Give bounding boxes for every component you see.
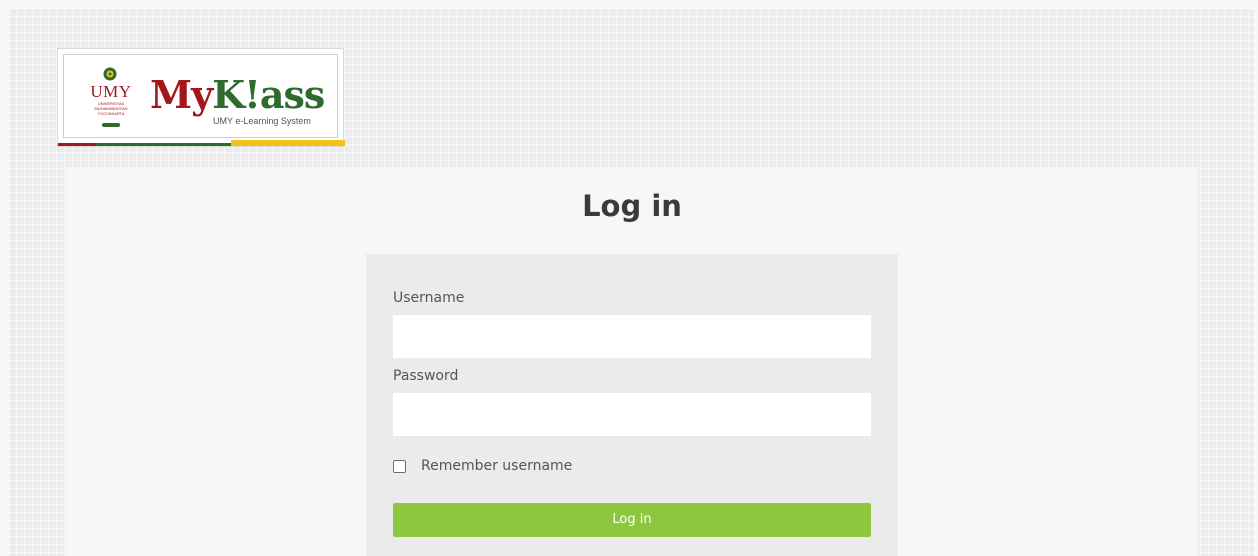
username-input[interactable] <box>393 315 871 358</box>
login-form: Username Password Remember username Log … <box>366 254 898 556</box>
logo-color-stripe <box>58 140 345 146</box>
remember-username-label[interactable]: Remember username <box>421 458 572 474</box>
umy-wordmark: UMY <box>90 82 132 101</box>
right-border <box>1254 0 1258 556</box>
brand-name: MyK!ass <box>150 72 325 117</box>
brand-tagline: UMY e-Learning System <box>213 116 311 126</box>
stripe-green <box>96 143 231 146</box>
stripe-yellow <box>231 140 345 146</box>
umy-university-name: UNIVERSITAS MUHAMMADIYAH YOGYAKARTA <box>94 101 128 116</box>
password-label: Password <box>393 368 459 384</box>
site-logo[interactable]: UMY UNIVERSITAS MUHAMMADIYAH YOGYAKARTA … <box>57 48 345 147</box>
umy-emblem-icon <box>103 67 117 81</box>
username-label: Username <box>393 290 465 306</box>
left-border <box>0 0 10 556</box>
brand-name-part2: K!ass <box>212 72 325 117</box>
top-border <box>0 0 1258 11</box>
umy-leaf-icon <box>102 123 120 127</box>
page-title: Log in <box>582 189 682 223</box>
login-page-panel: Log in Username Password Remember userna… <box>66 167 1198 556</box>
brand-name-part1: My <box>150 72 213 117</box>
login-button[interactable]: Log in <box>393 503 871 537</box>
remember-username-checkbox[interactable] <box>393 460 406 473</box>
password-input[interactable] <box>393 393 871 436</box>
stripe-red <box>58 143 96 146</box>
